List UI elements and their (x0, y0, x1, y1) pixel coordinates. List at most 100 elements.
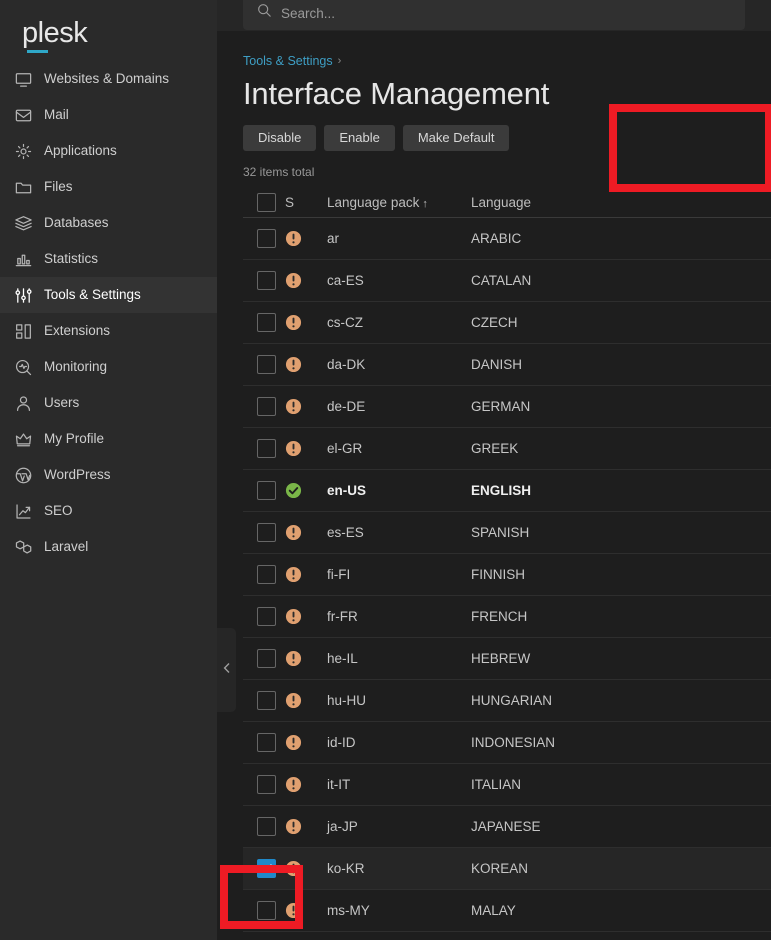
table-row[interactable]: de-DE GERMAN (243, 386, 771, 428)
table-row[interactable]: ko-KR KOREAN (243, 848, 771, 890)
row-select-cell (243, 859, 285, 878)
column-header-status[interactable]: S (285, 195, 327, 210)
row-status-cell (285, 230, 327, 247)
select-all-checkbox[interactable] (257, 193, 276, 212)
table-row[interactable]: cs-CZ CZECH (243, 302, 771, 344)
row-language-pack: fi-FI (327, 567, 351, 582)
row-checkbox[interactable] (257, 355, 276, 374)
table-row[interactable]: ja-JP JAPANESE (243, 806, 771, 848)
sidebar-item-wordpress[interactable]: WordPress (0, 457, 217, 493)
breadcrumb-link-tools-settings[interactable]: Tools & Settings (243, 54, 333, 68)
table-row[interactable]: da-DK DANISH (243, 344, 771, 386)
sidebar-item-websites-domains[interactable]: Websites & Domains (0, 61, 217, 97)
row-language-pack: ca-ES (327, 273, 364, 288)
row-language: CATALAN (471, 273, 532, 288)
monitor-icon (13, 69, 33, 89)
row-language: GERMAN (471, 399, 531, 414)
row-checkbox[interactable] (257, 775, 276, 794)
status-warning-icon (285, 272, 302, 289)
row-checkbox[interactable] (257, 439, 276, 458)
column-header-language[interactable]: Language (471, 195, 771, 210)
table-row[interactable]: fr-FR FRENCH (243, 596, 771, 638)
table-row[interactable]: he-IL HEBREW (243, 638, 771, 680)
column-header-language-pack[interactable]: Language pack ↑ (327, 195, 471, 210)
row-language: CZECH (471, 315, 518, 330)
sidebar-item-mail[interactable]: Mail (0, 97, 217, 133)
row-status-cell (285, 356, 327, 373)
row-checkbox[interactable] (257, 229, 276, 248)
row-checkbox[interactable] (257, 649, 276, 668)
row-checkbox[interactable] (257, 901, 276, 920)
sidebar-item-seo[interactable]: SEO (0, 493, 217, 529)
sidebar-item-files[interactable]: Files (0, 169, 217, 205)
disable-button[interactable]: Disable (243, 125, 317, 151)
row-language: ENGLISH (471, 483, 532, 498)
magnifier-pulse-icon (13, 357, 33, 377)
folder-icon (13, 177, 33, 197)
row-select-cell (243, 355, 285, 374)
row-select-cell (243, 775, 285, 794)
laravel-icon (13, 537, 33, 557)
crown-icon (13, 429, 33, 449)
table-header-row: S Language pack ↑ Language (243, 188, 771, 218)
row-checkbox[interactable] (257, 859, 276, 878)
table-row[interactable]: ca-ES CATALAN (243, 260, 771, 302)
row-checkbox[interactable] (257, 271, 276, 290)
row-status-cell (285, 524, 327, 541)
sidebar: plesk Websites & Domains Mail Applications… (0, 0, 217, 940)
status-warning-icon (285, 692, 302, 709)
row-language: DANISH (471, 357, 523, 372)
search-placeholder: Search... (281, 5, 336, 21)
row-language-pack: id-ID (327, 735, 356, 750)
sidebar-item-databases[interactable]: Databases (0, 205, 217, 241)
sidebar-item-monitoring[interactable]: Monitoring (0, 349, 217, 385)
row-language-pack: es-ES (327, 525, 364, 540)
enable-button[interactable]: Enable (324, 125, 395, 151)
row-language: MALAY (471, 903, 516, 918)
sidebar-item-my-profile[interactable]: My Profile (0, 421, 217, 457)
search-icon (257, 3, 272, 23)
row-checkbox[interactable] (257, 565, 276, 584)
table-row[interactable]: el-GR GREEK (243, 428, 771, 470)
table-row[interactable]: fi-FI FINNISH (243, 554, 771, 596)
row-checkbox[interactable] (257, 523, 276, 542)
row-select-cell (243, 439, 285, 458)
row-checkbox[interactable] (257, 481, 276, 500)
table-row[interactable]: id-ID INDONESIAN (243, 722, 771, 764)
table-row[interactable]: ms-MY MALAY (243, 890, 771, 932)
top-bar: Search... (217, 0, 771, 31)
row-checkbox[interactable] (257, 313, 276, 332)
row-language-pack: he-IL (327, 651, 358, 666)
make-default-button[interactable]: Make Default (402, 125, 510, 151)
sidebar-item-applications[interactable]: Applications (0, 133, 217, 169)
sidebar-item-tools-settings[interactable]: Tools & Settings (0, 277, 217, 313)
sidebar-item-laravel[interactable]: Laravel (0, 529, 217, 565)
sidebar-item-label: Statistics (44, 251, 99, 266)
sort-ascending-icon: ↑ (422, 198, 428, 210)
row-checkbox[interactable] (257, 817, 276, 836)
row-checkbox[interactable] (257, 607, 276, 626)
table-body: ar ARABIC ca-ES CATALAN cs-CZ CZECH da-DK DANIS… (243, 218, 771, 932)
table-row[interactable]: ar ARABIC (243, 218, 771, 260)
sidebar-nav: Websites & Domains Mail Applications Files D… (0, 61, 217, 565)
sidebar-item-extensions[interactable]: Extensions (0, 313, 217, 349)
sidebar-collapse-handle[interactable] (217, 628, 236, 712)
sidebar-item-label: Applications (44, 143, 117, 158)
row-language-pack: el-GR (327, 441, 363, 456)
brand-logo[interactable]: plesk (0, 0, 217, 58)
table-row[interactable]: it-IT ITALIAN (243, 764, 771, 806)
table-row[interactable]: hu-HU HUNGARIAN (243, 680, 771, 722)
table-row[interactable]: es-ES SPANISH (243, 512, 771, 554)
row-checkbox[interactable] (257, 397, 276, 416)
row-checkbox[interactable] (257, 691, 276, 710)
search-input[interactable]: Search... (243, 0, 745, 30)
sidebar-item-statistics[interactable]: Statistics (0, 241, 217, 277)
table-row[interactable]: en-US ENGLISH (243, 470, 771, 512)
row-status-cell (285, 776, 327, 793)
row-checkbox[interactable] (257, 733, 276, 752)
row-status-cell (285, 818, 327, 835)
sidebar-item-users[interactable]: Users (0, 385, 217, 421)
bar-chart-icon (13, 249, 33, 269)
breadcrumb: Tools & Settings › (243, 31, 771, 68)
row-status-cell (285, 902, 327, 919)
